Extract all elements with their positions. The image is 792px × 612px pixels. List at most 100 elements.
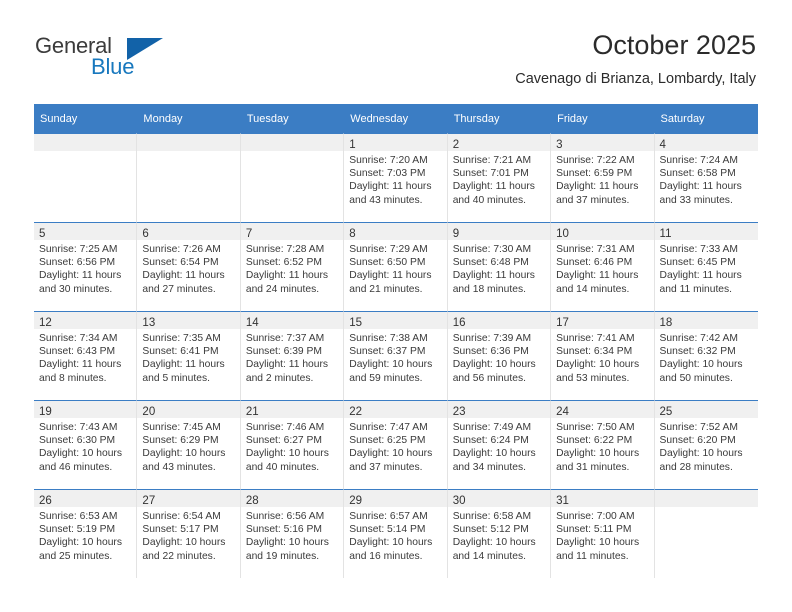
day-number: 4 — [659, 139, 666, 151]
daylight-text-line2: and 40 minutes. — [245, 461, 320, 473]
calendar-cell-day[interactable]: 2 Sunrise: 7:21 AM Sunset: 7:01 PM Daylight… — [447, 133, 552, 222]
day-details: Sunrise: 7:31 AM Sunset: 6:46 PM Daylight:… — [551, 240, 653, 296]
calendar-cell-day[interactable]: 31 Sunrise: 7:00 AM Sunset: 5:11 PM Dayligh… — [551, 489, 655, 578]
day-number-band — [654, 490, 758, 507]
daylight-text-line2: and 16 minutes. — [349, 550, 423, 562]
sunrise-text: Sunrise: 7:50 AM — [556, 422, 635, 433]
calendar-page: General Blue October 2025 Cavenago di Br… — [0, 0, 792, 612]
day-number-band: 9 — [447, 223, 551, 240]
day-details: Sunrise: 7:37 AM Sunset: 6:39 PM Daylight:… — [241, 329, 343, 385]
day-details: Sunrise: 7:35 AM Sunset: 6:41 PM Daylight:… — [137, 329, 239, 385]
calendar-cell-day[interactable]: 3 Sunrise: 7:22 AM Sunset: 6:59 PM Daylight… — [551, 133, 655, 222]
sunset-text: Sunset: 5:17 PM — [142, 524, 219, 536]
calendar-cell-day[interactable]: 24 Sunrise: 7:50 AM Sunset: 6:22 PM Dayligh… — [551, 400, 655, 489]
calendar-cell-day[interactable]: 21 Sunrise: 7:46 AM Sunset: 6:27 PM Dayligh… — [240, 400, 345, 489]
calendar-cell-day[interactable]: 16 Sunrise: 7:39 AM Sunset: 6:36 PM Dayligh… — [447, 311, 552, 400]
sunset-text: Sunset: 5:12 PM — [452, 524, 529, 536]
sunset-text: Sunset: 6:52 PM — [245, 257, 322, 269]
daylight-text-line2: and 43 minutes. — [349, 194, 423, 206]
calendar-cell-day[interactable]: 28 Sunrise: 6:56 AM Sunset: 5:16 PM Dayligh… — [240, 489, 345, 578]
day-number: 26 — [39, 495, 52, 507]
calendar-cell-day[interactable]: 4 Sunrise: 7:24 AM Sunset: 6:58 PM Daylight… — [654, 133, 758, 222]
sunset-text: Sunset: 6:22 PM — [556, 435, 633, 447]
calendar-cell-day[interactable]: 19 Sunrise: 7:43 AM Sunset: 6:30 PM Dayligh… — [34, 400, 138, 489]
day-number-band: 29 — [344, 490, 447, 507]
weekday-header-tuesday: Tuesday — [240, 104, 345, 133]
calendar-cell-day[interactable]: 8 Sunrise: 7:29 AM Sunset: 6:50 PM Daylight… — [344, 222, 448, 311]
calendar-cell-day[interactable]: 9 Sunrise: 7:30 AM Sunset: 6:48 PM Daylight… — [447, 222, 552, 311]
daylight-text-line2: and 31 minutes. — [556, 461, 630, 473]
day-number-band: 23 — [447, 401, 551, 418]
day-number-band: 7 — [240, 223, 344, 240]
calendar-cell-day[interactable]: 5 Sunrise: 7:25 AM Sunset: 6:56 PM Daylight… — [34, 222, 138, 311]
sunset-text: Sunset: 6:30 PM — [39, 435, 116, 447]
day-number-band: 8 — [344, 223, 447, 240]
calendar-cell-day[interactable]: 6 Sunrise: 7:26 AM Sunset: 6:54 PM Daylight… — [137, 222, 241, 311]
calendar-cell-day[interactable]: 10 Sunrise: 7:31 AM Sunset: 6:46 PM Dayligh… — [551, 222, 655, 311]
day-number: 29 — [349, 495, 363, 507]
general-blue-logo[interactable]: General Blue — [35, 33, 215, 81]
weekday-header-wednesday: Wednesday — [344, 104, 448, 133]
calendar-cell-day[interactable]: 7 Sunrise: 7:28 AM Sunset: 6:52 PM Daylight… — [240, 222, 345, 311]
calendar-cell-inner: 2 Sunrise: 7:21 AM Sunset: 7:01 PM Daylight… — [447, 133, 552, 222]
daylight-text-line2: and 28 minutes. — [659, 461, 733, 473]
calendar-cell-inner: 17 Sunrise: 7:41 AM Sunset: 6:34 PM Dayligh… — [551, 311, 655, 400]
daylight-text-line1: Daylight: 10 hours — [452, 448, 536, 460]
sunrise-text: Sunrise: 7:25 AM — [39, 244, 118, 255]
calendar-cell-day[interactable]: 30 Sunrise: 6:58 AM Sunset: 5:12 PM Dayligh… — [447, 489, 552, 578]
calendar-cell-day[interactable]: 23 Sunrise: 7:49 AM Sunset: 6:24 PM Dayligh… — [447, 400, 552, 489]
day-number: 30 — [452, 495, 466, 507]
daylight-text-line1: Daylight: 11 hours — [39, 359, 122, 371]
calendar-cell-day[interactable]: 29 Sunrise: 6:57 AM Sunset: 5:14 PM Dayligh… — [344, 489, 448, 578]
calendar-cell-inner: 10 Sunrise: 7:31 AM Sunset: 6:46 PM Dayligh… — [551, 222, 655, 311]
calendar-cell-day[interactable]: 11 Sunrise: 7:33 AM Sunset: 6:45 PM Dayligh… — [654, 222, 758, 311]
sunrise-text: Sunrise: 6:53 AM — [39, 511, 118, 522]
day-number: 20 — [142, 406, 156, 418]
sunrise-text: Sunrise: 7:38 AM — [349, 333, 428, 344]
day-details: Sunrise: 7:34 AM Sunset: 6:43 PM Daylight:… — [34, 329, 136, 385]
calendar-cell-day[interactable]: 12 Sunrise: 7:34 AM Sunset: 6:43 PM Dayligh… — [34, 311, 138, 400]
calendar-cell-inner: 25 Sunrise: 7:52 AM Sunset: 6:20 PM Dayligh… — [654, 400, 758, 489]
daylight-text-line1: Daylight: 10 hours — [142, 537, 226, 549]
calendar-cell-inner: 30 Sunrise: 6:58 AM Sunset: 5:12 PM Dayligh… — [447, 489, 552, 578]
daylight-text-line1: Daylight: 10 hours — [142, 448, 226, 460]
daylight-text-line1: Daylight: 10 hours — [245, 537, 329, 549]
calendar-cell-day[interactable]: 13 Sunrise: 7:35 AM Sunset: 6:41 PM Dayligh… — [137, 311, 241, 400]
daylight-text-line2: and 46 minutes. — [39, 461, 113, 473]
day-number: 11 — [659, 228, 672, 240]
logo-text-blue: Blue — [91, 54, 135, 79]
day-details: Sunrise: 7:41 AM Sunset: 6:34 PM Daylight:… — [551, 329, 653, 385]
sunrise-text: Sunrise: 7:33 AM — [659, 244, 738, 255]
daylight-text-line1: Daylight: 10 hours — [245, 448, 329, 460]
calendar-week-row: 19 Sunrise: 7:43 AM Sunset: 6:30 PM Dayligh… — [34, 400, 758, 489]
calendar-cell-inner: 5 Sunrise: 7:25 AM Sunset: 6:56 PM Daylight… — [34, 222, 138, 311]
calendar-cell-day[interactable]: 15 Sunrise: 7:38 AM Sunset: 6:37 PM Dayligh… — [344, 311, 448, 400]
daylight-text-line1: Daylight: 11 hours — [245, 270, 329, 282]
calendar-cell-day[interactable]: 14 Sunrise: 7:37 AM Sunset: 6:39 PM Dayligh… — [240, 311, 345, 400]
calendar-cell-day[interactable]: 22 Sunrise: 7:47 AM Sunset: 6:25 PM Dayligh… — [344, 400, 448, 489]
daylight-text-line2: and 34 minutes. — [452, 461, 526, 473]
daylight-text-line1: Daylight: 11 hours — [556, 270, 639, 282]
calendar-cell-day[interactable]: 27 Sunrise: 6:54 AM Sunset: 5:17 PM Dayligh… — [137, 489, 241, 578]
daylight-text-line2: and 5 minutes. — [142, 372, 210, 384]
sunrise-text: Sunrise: 7:35 AM — [142, 333, 221, 344]
day-details: Sunrise: 7:30 AM Sunset: 6:48 PM Daylight:… — [448, 240, 550, 296]
day-details: Sunrise: 7:39 AM Sunset: 6:36 PM Daylight:… — [448, 329, 550, 385]
day-details: Sunrise: 7:26 AM Sunset: 6:54 PM Daylight:… — [137, 240, 239, 296]
calendar-cell-day[interactable]: 20 Sunrise: 7:45 AM Sunset: 6:29 PM Dayligh… — [137, 400, 241, 489]
calendar-cell-day[interactable]: 25 Sunrise: 7:52 AM Sunset: 6:20 PM Dayligh… — [654, 400, 758, 489]
daylight-text-line1: Daylight: 10 hours — [659, 359, 743, 371]
calendar-cell-day[interactable]: 1 Sunrise: 7:20 AM Sunset: 7:03 PM Daylight… — [344, 133, 448, 222]
calendar-cell-inner — [34, 133, 138, 222]
day-number-band: 5 — [34, 223, 137, 240]
calendar-cell-day[interactable]: 26 Sunrise: 6:53 AM Sunset: 5:19 PM Dayligh… — [34, 489, 138, 578]
calendar-cell-inner: 31 Sunrise: 7:00 AM Sunset: 5:11 PM Dayligh… — [551, 489, 655, 578]
day-number-band: 15 — [344, 312, 447, 329]
sunset-text: Sunset: 5:14 PM — [349, 524, 426, 536]
calendar-cell-day[interactable]: 18 Sunrise: 7:42 AM Sunset: 6:32 PM Dayligh… — [654, 311, 758, 400]
day-number-band — [137, 134, 240, 151]
daylight-text-line2: and 56 minutes. — [452, 372, 526, 384]
calendar-cell-day[interactable]: 17 Sunrise: 7:41 AM Sunset: 6:34 PM Dayligh… — [551, 311, 655, 400]
weekday-header-sunday: Sunday — [34, 104, 138, 133]
daylight-text-line2: and 43 minutes. — [142, 461, 216, 473]
